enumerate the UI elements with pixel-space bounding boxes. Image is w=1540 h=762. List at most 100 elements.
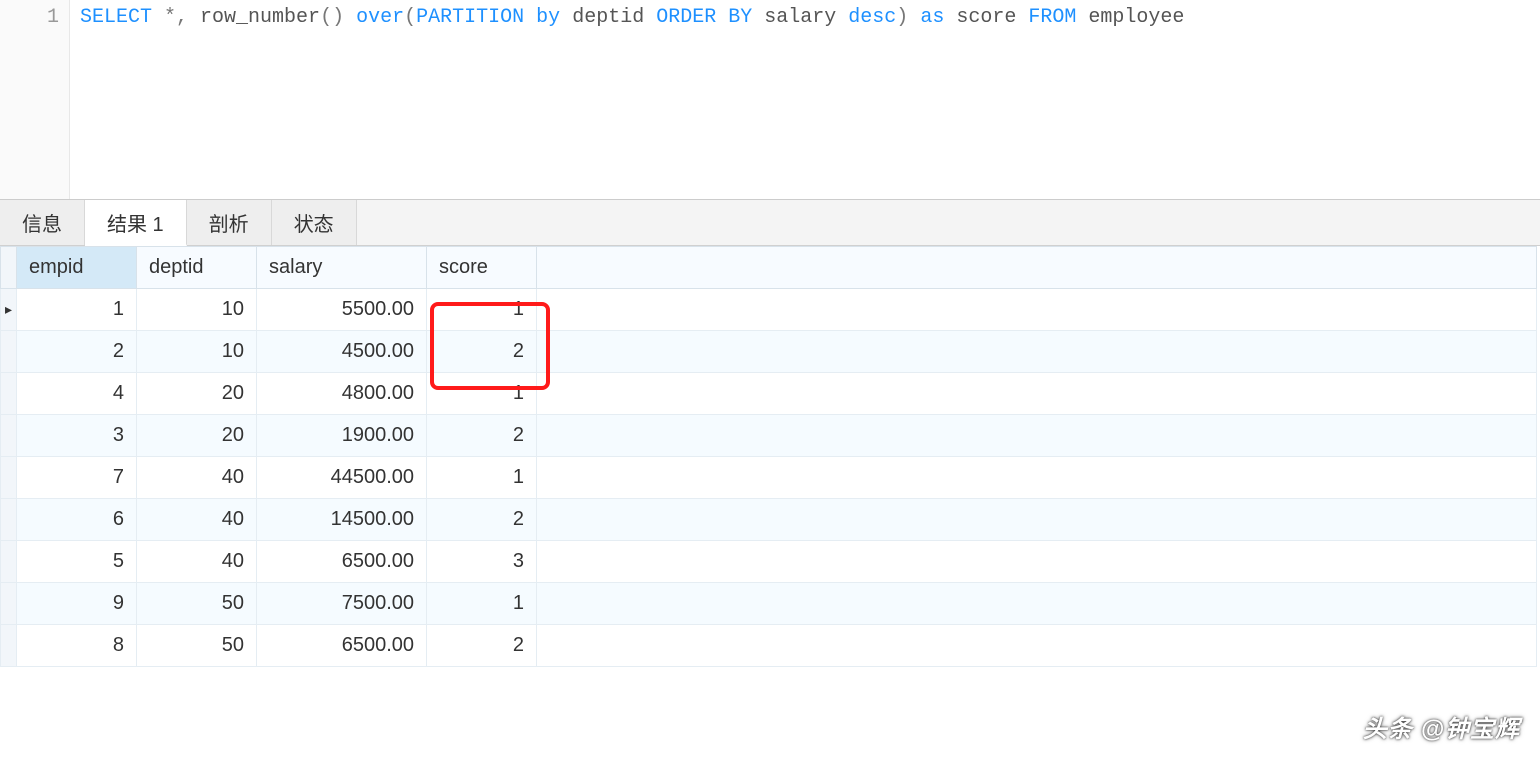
line-number: 1 [0,6,59,29]
row-indicator: ▸ [1,289,17,331]
cell-deptid[interactable]: 40 [137,499,257,541]
table-row[interactable]: 9507500.001 [1,583,1537,625]
cell-salary[interactable]: 5500.00 [257,289,427,331]
cell-deptid[interactable]: 20 [137,373,257,415]
watermark: 头条 @钟宝辉 [1363,709,1520,744]
cell-score[interactable]: 2 [427,625,537,667]
code-token: desc [848,6,896,29]
cell-salary[interactable]: 6500.00 [257,625,427,667]
code-token: FROM [1028,6,1076,29]
table-row[interactable]: 8506500.002 [1,625,1537,667]
code-token: SELECT [80,6,152,29]
cell-blank [537,457,1537,499]
result-header-row: empid deptid salary score [1,247,1537,289]
cell-empid[interactable]: 1 [17,289,137,331]
cell-deptid[interactable]: 50 [137,583,257,625]
cell-score[interactable]: 3 [427,541,537,583]
code-token [560,6,572,29]
table-row[interactable]: 5406500.003 [1,541,1537,583]
cell-salary[interactable]: 1900.00 [257,415,427,457]
cell-deptid[interactable]: 50 [137,625,257,667]
column-header-salary[interactable]: salary [257,247,427,289]
cell-blank [537,289,1537,331]
code-token: () [320,6,356,29]
cell-score[interactable]: 2 [427,415,537,457]
row-indicator-header [1,247,17,289]
cell-blank [537,499,1537,541]
code-token: employee [1088,6,1184,29]
row-indicator [1,499,17,541]
cell-score[interactable]: 1 [427,583,537,625]
code-token: score [956,6,1016,29]
table-row[interactable]: 74044500.001 [1,457,1537,499]
cell-score[interactable]: 1 [427,373,537,415]
cell-salary[interactable]: 44500.00 [257,457,427,499]
column-header-score[interactable]: score [427,247,537,289]
code-token [1016,6,1028,29]
cell-blank [537,583,1537,625]
result-tabs: 信息结果 1剖析状态 [0,200,1540,246]
result-grid: empid deptid salary score ▸1105500.00121… [0,246,1537,667]
cell-empid[interactable]: 2 [17,331,137,373]
cell-salary[interactable]: 7500.00 [257,583,427,625]
cell-deptid[interactable]: 10 [137,331,257,373]
code-token: over [356,6,404,29]
cell-deptid[interactable]: 40 [137,541,257,583]
cell-empid[interactable]: 3 [17,415,137,457]
row-indicator [1,373,17,415]
code-token [644,6,656,29]
tab-2[interactable]: 剖析 [187,200,272,245]
cell-empid[interactable]: 7 [17,457,137,499]
code-token: deptid [572,6,644,29]
cell-score[interactable]: 1 [427,457,537,499]
cell-score[interactable]: 2 [427,499,537,541]
tab-3[interactable]: 状态 [272,200,357,245]
column-header-deptid[interactable]: deptid [137,247,257,289]
code-token: *, [152,6,200,29]
cell-empid[interactable]: 4 [17,373,137,415]
tab-1[interactable]: 结果 1 [85,200,187,246]
tab-0[interactable]: 信息 [0,200,85,245]
code-token: ) [896,6,920,29]
cell-empid[interactable]: 6 [17,499,137,541]
table-row[interactable]: 3201900.002 [1,415,1537,457]
cell-salary[interactable]: 6500.00 [257,541,427,583]
cell-deptid[interactable]: 40 [137,457,257,499]
code-token: row_number [200,6,320,29]
cell-empid[interactable]: 5 [17,541,137,583]
code-token [836,6,848,29]
cell-score[interactable]: 1 [427,289,537,331]
code-token: salary [764,6,836,29]
row-indicator [1,415,17,457]
code-token: ORDER BY [656,6,752,29]
sql-code[interactable]: SELECT *, row_number() over(PARTITION by… [70,0,1540,199]
sql-editor[interactable]: 1 SELECT *, row_number() over(PARTITION … [0,0,1540,200]
row-indicator [1,625,17,667]
column-header-empid[interactable]: empid [17,247,137,289]
cell-salary[interactable]: 4500.00 [257,331,427,373]
cell-deptid[interactable]: 20 [137,415,257,457]
editor-gutter: 1 [0,0,70,199]
code-token [944,6,956,29]
cell-blank [537,625,1537,667]
code-token: PARTITION [416,6,524,29]
cell-empid[interactable]: 9 [17,583,137,625]
cell-deptid[interactable]: 10 [137,289,257,331]
cell-blank [537,415,1537,457]
table-row[interactable]: ▸1105500.001 [1,289,1537,331]
cell-salary[interactable]: 14500.00 [257,499,427,541]
cell-blank [537,541,1537,583]
cell-score[interactable]: 2 [427,331,537,373]
table-row[interactable]: 64014500.002 [1,499,1537,541]
row-indicator [1,541,17,583]
code-token: as [920,6,944,29]
code-token [524,6,536,29]
cell-blank [537,373,1537,415]
table-row[interactable]: 2104500.002 [1,331,1537,373]
code-token [752,6,764,29]
table-row[interactable]: 4204800.001 [1,373,1537,415]
cell-salary[interactable]: 4800.00 [257,373,427,415]
cell-empid[interactable]: 8 [17,625,137,667]
cell-blank [537,331,1537,373]
row-indicator [1,457,17,499]
